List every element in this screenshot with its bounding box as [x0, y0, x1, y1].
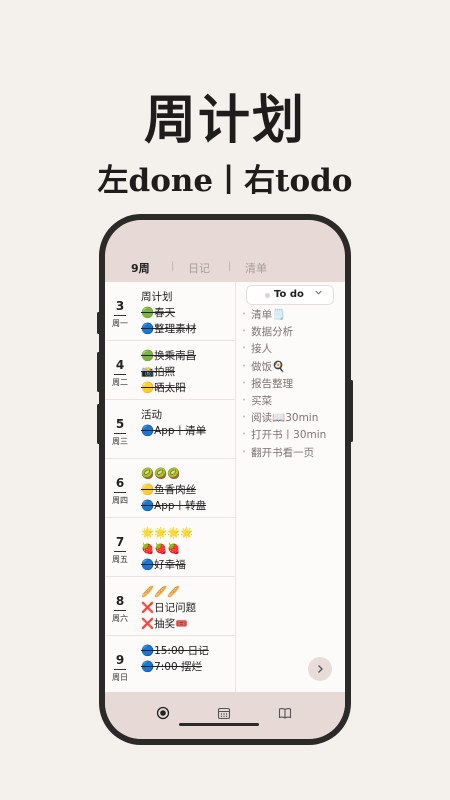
chevron-down-icon: [314, 288, 323, 300]
day-number: 6: [115, 476, 125, 490]
todo-item-text: 报告整理: [251, 377, 294, 390]
day-item: 🟢春天: [141, 307, 176, 319]
day-item: 🔵App丨清单: [141, 425, 207, 437]
day-row[interactable]: 8 周六 🥖🥖🥖 ❌日记问题 ❌抽奖🎟️: [105, 577, 236, 636]
day-item: 周计划: [141, 291, 173, 303]
day-row[interactable]: 3 周一 周计划 🟢春天 🔵整理素材: [105, 282, 236, 341]
day-number: 3: [115, 299, 125, 313]
day-weekday: 周日: [112, 673, 128, 682]
day-item: 🔵7:00 摆烂: [141, 661, 202, 673]
day-number: 4: [115, 358, 125, 372]
day-item: 🟡鱼香肉丝: [141, 484, 197, 496]
tab-bar: 9周 | 日记 | 清单: [105, 260, 345, 282]
next-week-button[interactable]: [308, 657, 332, 681]
todo-item[interactable]: • 打开书丨30min: [242, 426, 342, 443]
phone-side-button: [350, 380, 353, 442]
day-divider: [114, 433, 126, 434]
chevron-right-icon: [315, 663, 325, 678]
day-weekday: 周一: [112, 319, 128, 328]
day-item: 🔵整理素材: [141, 323, 197, 335]
day-number: 5: [115, 417, 125, 431]
todo-item-text: 打开书丨30min: [251, 429, 327, 442]
day-divider: [114, 315, 126, 316]
day-weekday: 周六: [112, 614, 128, 623]
week-content: 3 周一 周计划 🟢春天 🔵整理素材 4 周二 🟢换乘南昌 📸拍照 🟡晒太阳 5…: [105, 282, 345, 692]
day-item: 📸拍照: [141, 366, 176, 378]
calendar-icon[interactable]: [217, 705, 231, 720]
todo-item[interactable]: • 数据分析: [242, 323, 342, 340]
day-item: ❌日记问题: [141, 602, 197, 614]
todo-item[interactable]: • 做饭🍳: [242, 358, 342, 375]
day-number: 7: [115, 535, 125, 549]
day-item: 🔵15:00 日记: [141, 645, 209, 657]
day-row[interactable]: 7 周五 🌟🌟🌟🌟 🍓🍓🍓 🔵好幸福: [105, 518, 236, 577]
day-row[interactable]: 5 周三 活动 🔵App丨清单: [105, 400, 236, 459]
day-item: 🥝🥝🥝: [141, 468, 181, 480]
record-icon[interactable]: [156, 705, 170, 720]
day-item: 🟢换乘南昌: [141, 350, 197, 362]
day-weekday: 周五: [112, 555, 128, 564]
phone-frame: 9周 | 日记 | 清单 3 周一 周计划 🟢春天 🔵整理素材 4 周二 🟢换乘…: [99, 214, 351, 745]
tab-list[interactable]: 清单: [245, 260, 267, 276]
day-item: 🔵App丨转盘: [141, 500, 207, 512]
day-item: ❌抽奖🎟️: [141, 618, 189, 630]
home-indicator[interactable]: [179, 723, 259, 726]
tab-week[interactable]: 9周: [131, 260, 150, 276]
todo-item-text: 买菜: [251, 394, 273, 407]
tab-diary[interactable]: 日记: [188, 260, 210, 276]
phone-side-button: [97, 404, 100, 444]
phone-side-button: [97, 312, 100, 334]
app-screen: 9周 | 日记 | 清单 3 周一 周计划 🟢春天 🔵整理素材 4 周二 🟢换乘…: [105, 220, 345, 739]
phone-side-button: [97, 352, 100, 392]
day-item: 活动: [141, 409, 162, 421]
day-item: 🟡晒太阳: [141, 382, 186, 394]
day-item: 🔵好幸福: [141, 559, 186, 571]
todo-item[interactable]: • 清单🗒️: [242, 306, 342, 323]
todo-item[interactable]: • 翻开书看一页: [242, 444, 342, 461]
day-item: 🌟🌟🌟🌟: [141, 527, 194, 539]
day-item: 🍓🍓🍓: [141, 543, 181, 555]
day-row[interactable]: 9 周日 🔵15:00 日记 🔵7:00 摆烂: [105, 636, 236, 692]
todo-item[interactable]: • 接人: [242, 340, 342, 357]
day-number: 8: [115, 594, 125, 608]
day-row[interactable]: 4 周二 🟢换乘南昌 📸拍照 🟡晒太阳: [105, 341, 236, 400]
day-divider: [114, 610, 126, 611]
day-item: 🥖🥖🥖: [141, 586, 181, 598]
hero-subtitle: 左done丨右todo: [97, 163, 353, 199]
hero-title: 周计划: [143, 90, 306, 151]
todo-item[interactable]: • 阅读📖30min: [242, 409, 342, 426]
day-weekday: 周二: [112, 378, 128, 387]
day-weekday: 周四: [112, 496, 128, 505]
todo-item-text: 翻开书看一页: [251, 446, 315, 459]
bottom-nav: [105, 692, 345, 739]
todo-item-text: 数据分析: [251, 326, 294, 339]
day-divider: [114, 551, 126, 552]
todo-item-text: 阅读📖30min: [251, 412, 319, 425]
tab-divider: |: [228, 261, 232, 272]
dot-icon: [265, 293, 270, 298]
todo-column: To do • 清单🗒️ • 数据分析 • 接人 • 做饭🍳 • 报告整理 • 买菜 • 阅读…: [236, 282, 345, 692]
day-weekday: 周三: [112, 437, 128, 446]
day-number: 9: [115, 653, 125, 667]
todo-list: • 清单🗒️ • 数据分析 • 接人 • 做饭🍳 • 报告整理 • 买菜 • 阅读📖30min…: [242, 306, 342, 461]
todo-item[interactable]: • 报告整理: [242, 375, 342, 392]
todo-item-text: 接人: [251, 343, 273, 356]
todo-item-text: 清单🗒️: [251, 309, 286, 321]
todo-item[interactable]: • 买菜: [242, 392, 342, 409]
done-column: 3 周一 周计划 🟢春天 🔵整理素材 4 周二 🟢换乘南昌 📸拍照 🟡晒太阳 5…: [105, 282, 236, 692]
book-icon[interactable]: [278, 705, 292, 719]
tab-divider: |: [171, 261, 175, 272]
day-divider: [114, 374, 126, 375]
todo-header-label: To do: [274, 289, 304, 300]
todo-item-text: 做饭🍳: [251, 360, 286, 373]
day-divider: [114, 669, 126, 670]
day-row[interactable]: 6 周四 🥝🥝🥝 🟡鱼香肉丝 🔵App丨转盘: [105, 459, 236, 518]
todo-dropdown[interactable]: To do: [246, 285, 334, 305]
day-divider: [114, 492, 126, 493]
